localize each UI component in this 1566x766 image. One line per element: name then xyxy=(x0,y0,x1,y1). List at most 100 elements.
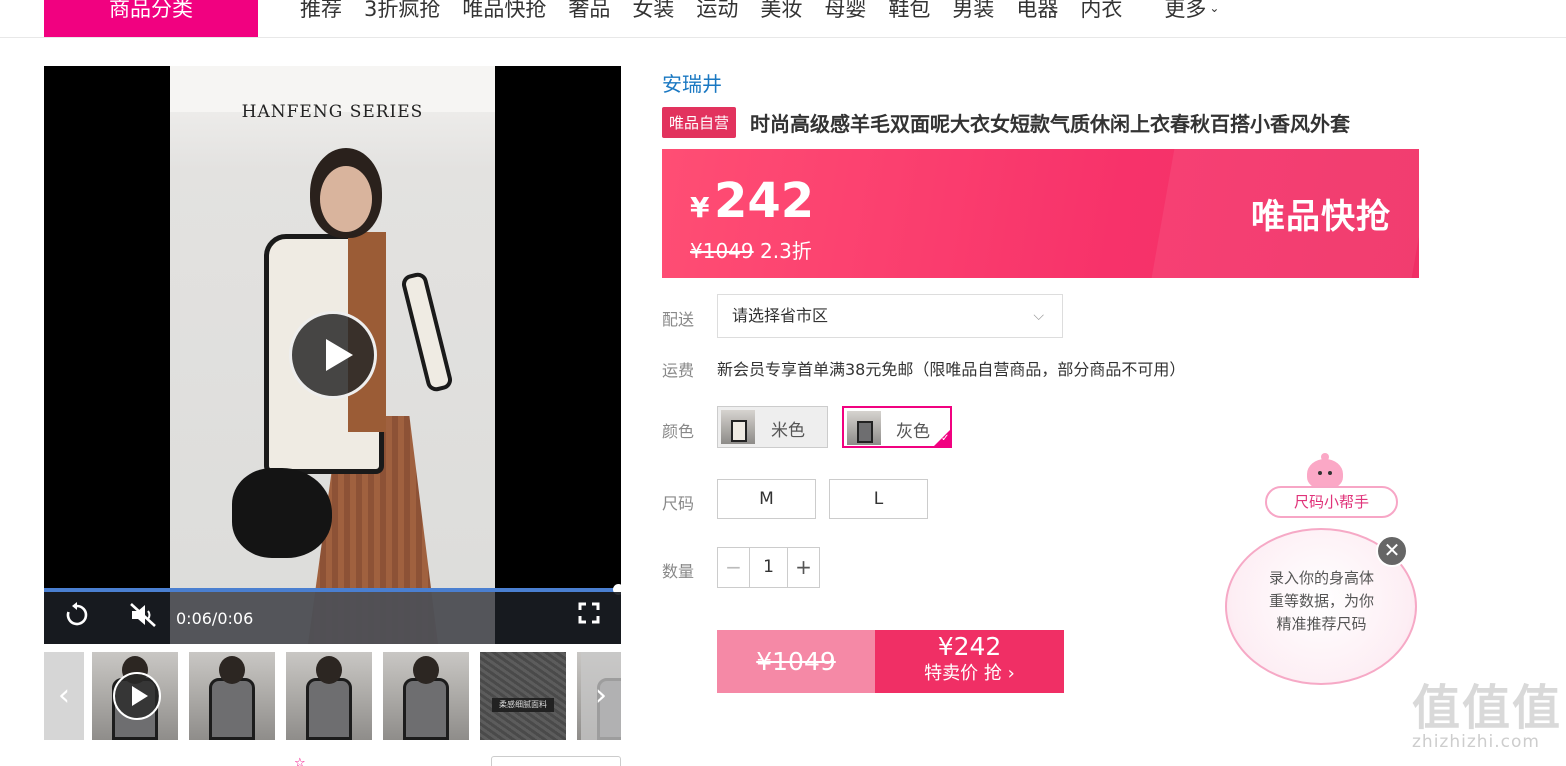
title-row: 唯品自营 时尚高级感羊毛双面呢大衣女短款气质休闲上衣春秋百搭小香风外套 xyxy=(662,107,1350,138)
replay-icon[interactable] xyxy=(62,602,92,632)
nav-more-label: 更多 xyxy=(1164,0,1207,21)
volume-muted-icon[interactable] xyxy=(128,602,158,632)
size-helper-line: 录入你的身高体 xyxy=(1268,569,1374,587)
buy-price-section: ¥242 特卖价 抢 › xyxy=(875,630,1064,693)
color-option-label: 灰色 xyxy=(896,422,930,442)
video-controls: 0:06/0:06 xyxy=(44,592,621,644)
chevron-down-icon: ⌄ xyxy=(1209,1,1220,15)
thumbnail-4[interactable] xyxy=(383,652,469,740)
nav-link-shoes-bags[interactable]: 鞋包 xyxy=(888,0,930,23)
bottom-row: ☆ xyxy=(44,756,621,766)
thumbnail-fabric[interactable]: 柔感细腻面料 xyxy=(480,652,566,740)
watermark-logo: 值值值 xyxy=(1412,680,1563,736)
size-helper-line: 精准推荐尺码 xyxy=(1276,615,1367,633)
color-swatch-gray xyxy=(847,411,881,445)
nav-links: 推荐 3折疯抢 唯品快抢 奢品 女装 运动 美妆 母婴 鞋包 男装 电器 内衣 … xyxy=(300,0,1241,28)
buy-original-price-text: ¥1049 xyxy=(756,647,836,676)
mascot-eye xyxy=(1328,471,1332,475)
replay-icon-svg xyxy=(66,602,88,626)
thumbnail-strip: 柔感细腻面料 ‹ › xyxy=(44,652,621,740)
region-placeholder: 请选择省市区 xyxy=(732,306,829,325)
product-video[interactable]: HANFENG SERIES 0:06/0:06 xyxy=(44,66,621,644)
price-symbol: ¥ xyxy=(690,191,710,224)
color-swatch-beige xyxy=(721,410,755,444)
play-icon[interactable] xyxy=(113,672,161,720)
size-helper: 尺码小帮手 录入你的身高体 重等数据，为你 精准推荐尺码 ✕ xyxy=(1225,453,1420,690)
nav-link-mens[interactable]: 男装 xyxy=(952,0,994,23)
size-helper-line: 重等数据，为你 xyxy=(1268,592,1374,610)
color-option-beige[interactable]: 米色 xyxy=(717,406,828,448)
thumb-coat xyxy=(209,678,255,740)
nav-link-sports[interactable]: 运动 xyxy=(696,0,738,23)
nav-link-flash-sale[interactable]: 唯品快抢 xyxy=(462,0,546,23)
nav-link-baby[interactable]: 母婴 xyxy=(824,0,866,23)
favorite-star-icon[interactable]: ☆ xyxy=(294,756,306,766)
size-helper-text: 录入你的身高体 重等数据，为你 精准推荐尺码 xyxy=(1249,567,1394,636)
category-button[interactable]: 商品分类 xyxy=(44,0,258,37)
nav-link-recommend[interactable]: 推荐 xyxy=(300,0,342,23)
color-label: 颜色 xyxy=(662,422,695,441)
delivery-label: 配送 xyxy=(662,310,695,329)
region-select[interactable]: 请选择省市区 ⌵ xyxy=(717,294,1063,338)
volume-muted-icon-svg xyxy=(130,603,156,627)
quantity-stepper: − 1 + xyxy=(717,547,820,588)
nav-more[interactable]: 更多 ⌄ xyxy=(1164,0,1219,23)
mascot-eye xyxy=(1318,471,1322,475)
fullscreen-icon[interactable] xyxy=(574,602,604,632)
shipping-text: 新会员专享首单满38元免邮（限唯品自营商品，部分商品不可用） xyxy=(717,360,1186,379)
buy-price: ¥242 xyxy=(937,632,1002,661)
share-button[interactable] xyxy=(491,756,621,766)
shipping-label: 运费 xyxy=(662,361,695,380)
swatch-coat xyxy=(731,420,747,442)
quantity-minus-button[interactable]: − xyxy=(718,548,750,587)
swatch-coat xyxy=(857,421,873,443)
nav-link-womens[interactable]: 女装 xyxy=(632,0,674,23)
original-price: ¥1049 xyxy=(690,239,754,263)
mascot-icon xyxy=(1307,453,1343,489)
buy-text: 特卖价 抢 › xyxy=(924,663,1015,684)
brand-link[interactable]: 安瑞井 xyxy=(662,68,722,97)
nav-link-appliances[interactable]: 电器 xyxy=(1016,0,1058,23)
quantity-label: 数量 xyxy=(662,562,695,581)
thumb-coat xyxy=(403,678,449,740)
buy-button[interactable]: ¥1049 ¥242 特卖价 抢 › xyxy=(717,630,1064,693)
nav-link-underwear[interactable]: 内衣 xyxy=(1080,0,1122,23)
thumb-coat xyxy=(306,678,352,740)
size-option-l[interactable]: L xyxy=(829,479,928,519)
product-title: 时尚高级感羊毛双面呢大衣女短款气质休闲上衣春秋百搭小香风外套 xyxy=(750,112,1351,136)
size-helper-tag[interactable]: 尺码小帮手 xyxy=(1265,486,1398,518)
self-operated-badge: 唯品自营 xyxy=(662,107,737,138)
color-option-label: 米色 xyxy=(771,421,805,441)
quantity-input[interactable]: 1 xyxy=(750,548,787,587)
thumb-head xyxy=(316,656,342,684)
color-option-gray[interactable]: 灰色 xyxy=(842,406,952,448)
current-price: 242 xyxy=(714,173,815,229)
size-option-m[interactable]: M xyxy=(717,479,816,519)
nav-link-beauty[interactable]: 美妆 xyxy=(760,0,802,23)
model-bag xyxy=(232,468,332,558)
discount: 2.3折 xyxy=(759,239,812,263)
chevron-down-icon: ⌵ xyxy=(1033,308,1044,324)
flash-sale-label: 唯品快抢 xyxy=(1251,197,1391,237)
close-icon[interactable]: ✕ xyxy=(1376,535,1408,567)
thumb-head xyxy=(219,656,245,684)
top-nav: 商品分类 推荐 3折疯抢 唯品快抢 奢品 女装 运动 美妆 母婴 鞋包 男装 电… xyxy=(0,0,1566,38)
thumbnail-2[interactable] xyxy=(189,652,275,740)
thumb-head xyxy=(413,656,439,684)
video-time: 0:06/0:06 xyxy=(176,609,254,628)
fabric-label: 柔感细腻面料 xyxy=(492,698,554,712)
buy-original-price: ¥1049 xyxy=(717,630,875,693)
chevron-right-icon[interactable]: › xyxy=(581,652,621,740)
original-price-line: ¥1049 2.3折 xyxy=(690,235,812,264)
quantity-plus-button[interactable]: + xyxy=(787,548,819,587)
nav-link-30-off[interactable]: 3折疯抢 xyxy=(364,0,440,23)
fullscreen-icon-svg xyxy=(578,602,600,624)
thumbnail-3[interactable] xyxy=(286,652,372,740)
model-face xyxy=(320,166,372,232)
play-icon[interactable] xyxy=(289,311,377,399)
model-arm xyxy=(399,270,455,394)
watermark: 值值值 zhizhizhi.com xyxy=(1412,682,1562,752)
check-icon xyxy=(932,428,952,448)
chevron-left-icon[interactable]: ‹ xyxy=(44,652,84,740)
nav-link-luxury[interactable]: 奢品 xyxy=(568,0,610,23)
